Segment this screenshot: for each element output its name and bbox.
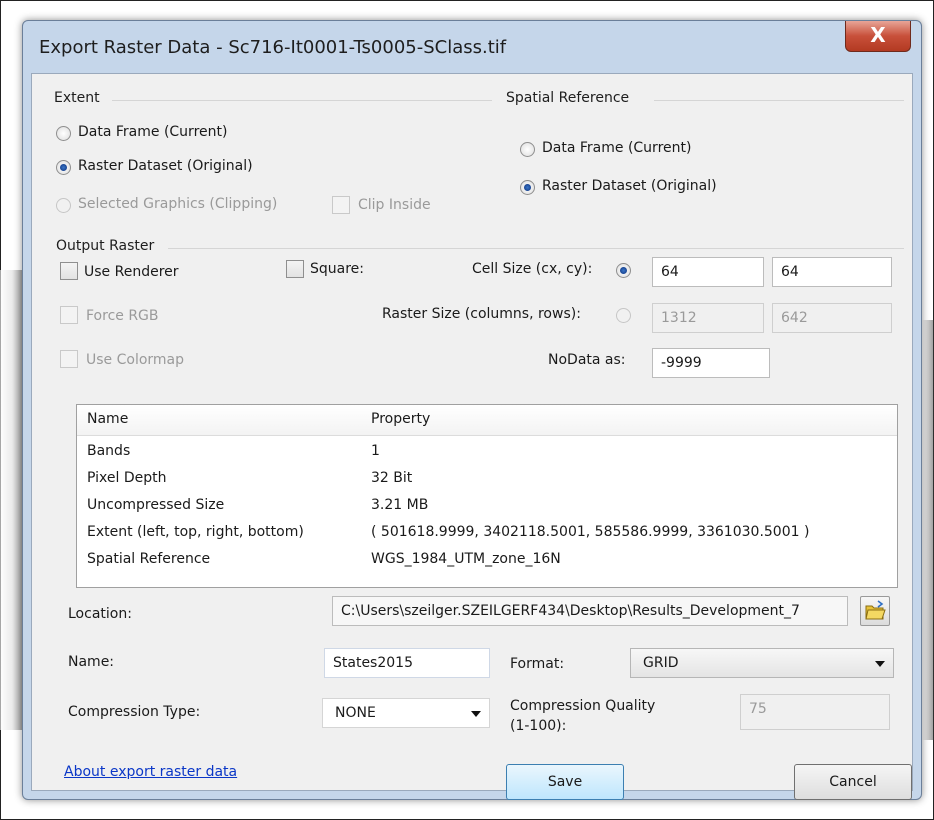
properties-table-header: Name Property [77, 405, 897, 436]
square-label[interactable]: Square: [310, 261, 364, 277]
compression-quality-label: Compression Quality [510, 698, 656, 714]
format-select-value: GRID [643, 655, 679, 671]
nodata-label: NoData as: [548, 352, 626, 368]
columns-input[interactable]: 1312 [652, 303, 764, 333]
extent-data-frame-label[interactable]: Data Frame (Current) [78, 124, 227, 140]
compression-type-value: NONE [335, 705, 376, 721]
title-bar: Export Raster Data - Sc716-It0001-Ts0005… [23, 21, 921, 73]
column-header-name[interactable]: Name [87, 411, 128, 427]
table-row-value: ( 501618.9999, 3402118.5001, 585586.9999… [371, 524, 810, 540]
cell-size-radio[interactable] [616, 263, 631, 278]
table-row-name: Uncompressed Size [87, 497, 225, 513]
close-button[interactable]: X [845, 21, 911, 52]
name-input[interactable]: States2015 [324, 648, 490, 678]
open-folder-icon [865, 600, 886, 620]
table-row-name: Bands [87, 443, 131, 459]
extent-label: Extent [54, 90, 100, 106]
use-colormap-checkbox[interactable] [60, 350, 78, 368]
chevron-down-icon [471, 711, 481, 717]
chevron-down-icon [875, 661, 885, 667]
extent-data-frame-radio[interactable] [56, 126, 71, 141]
spatial-reference-label: Spatial Reference [506, 90, 630, 106]
location-input[interactable]: C:\Users\szeilger.SZEILGERF434\Desktop\R… [332, 596, 848, 626]
save-button[interactable]: Save [506, 764, 624, 800]
name-label: Name: [68, 654, 115, 670]
extent-selected-graphics-label: Selected Graphics (Clipping) [78, 196, 278, 212]
table-row-value: WGS_1984_UTM_zone_16N [371, 551, 561, 567]
cell-size-y-input[interactable]: 64 [772, 257, 892, 287]
clip-inside-label: Clip Inside [358, 197, 431, 213]
use-colormap-label: Use Colormap [86, 352, 185, 368]
table-row-value: 1 [371, 443, 380, 459]
extent-selected-graphics-radio[interactable] [56, 198, 71, 213]
table-row-value: 32 Bit [371, 470, 413, 486]
compression-quality-input[interactable]: 75 [740, 694, 890, 730]
force-rgb-checkbox[interactable] [60, 306, 78, 324]
extent-raster-dataset-label[interactable]: Raster Dataset (Original) [78, 158, 253, 174]
extent-raster-dataset-radio[interactable] [56, 160, 71, 175]
sr-data-frame-label[interactable]: Data Frame (Current) [542, 140, 691, 156]
properties-table: Name Property Bands 1 Pixel Depth 32 Bit… [76, 404, 898, 588]
about-export-raster-link[interactable]: About export raster data [64, 764, 237, 780]
format-label: Format: [510, 656, 565, 672]
column-header-property[interactable]: Property [371, 411, 430, 427]
clip-inside-checkbox[interactable] [332, 196, 350, 214]
table-row-name: Extent (left, top, right, bottom) [87, 524, 304, 540]
extent-separator [112, 100, 492, 101]
format-select[interactable]: GRID [630, 648, 894, 678]
raster-size-radio[interactable] [616, 308, 631, 323]
sr-data-frame-radio[interactable] [520, 142, 535, 157]
cancel-button[interactable]: Cancel [794, 764, 912, 800]
cell-size-label: Cell Size (cx, cy): [472, 261, 593, 277]
browse-folder-button[interactable] [860, 596, 890, 626]
use-renderer-label[interactable]: Use Renderer [84, 264, 179, 280]
background-map-right [922, 320, 934, 740]
cell-size-x-input[interactable]: 64 [652, 257, 764, 287]
dialog-title: Export Raster Data - Sc716-It0001-Ts0005… [39, 37, 507, 58]
force-rgb-label: Force RGB [86, 308, 159, 324]
table-row-value: 3.21 MB [371, 497, 429, 513]
table-row-name: Pixel Depth [87, 470, 167, 486]
sr-raster-dataset-label[interactable]: Raster Dataset (Original) [542, 178, 717, 194]
dialog-body: Extent Data Frame (Current) Raster Datas… [31, 73, 913, 800]
sr-raster-dataset-radio[interactable] [520, 180, 535, 195]
spatial-reference-separator [654, 100, 904, 101]
compression-type-select[interactable]: NONE [322, 698, 490, 728]
square-checkbox[interactable] [286, 260, 304, 278]
output-raster-separator [168, 248, 904, 249]
use-renderer-checkbox[interactable] [60, 262, 78, 280]
export-raster-dialog: Export Raster Data - Sc716-It0001-Ts0005… [22, 20, 922, 800]
compression-type-label: Compression Type: [68, 704, 201, 720]
table-row-name: Spatial Reference [87, 551, 211, 567]
raster-size-label: Raster Size (columns, rows): [382, 306, 581, 322]
output-raster-label: Output Raster [56, 238, 155, 254]
rows-input[interactable]: 642 [772, 303, 892, 333]
location-label: Location: [68, 606, 132, 622]
nodata-input[interactable]: -9999 [652, 348, 770, 378]
compression-quality-range-label: (1-100): [510, 718, 567, 734]
